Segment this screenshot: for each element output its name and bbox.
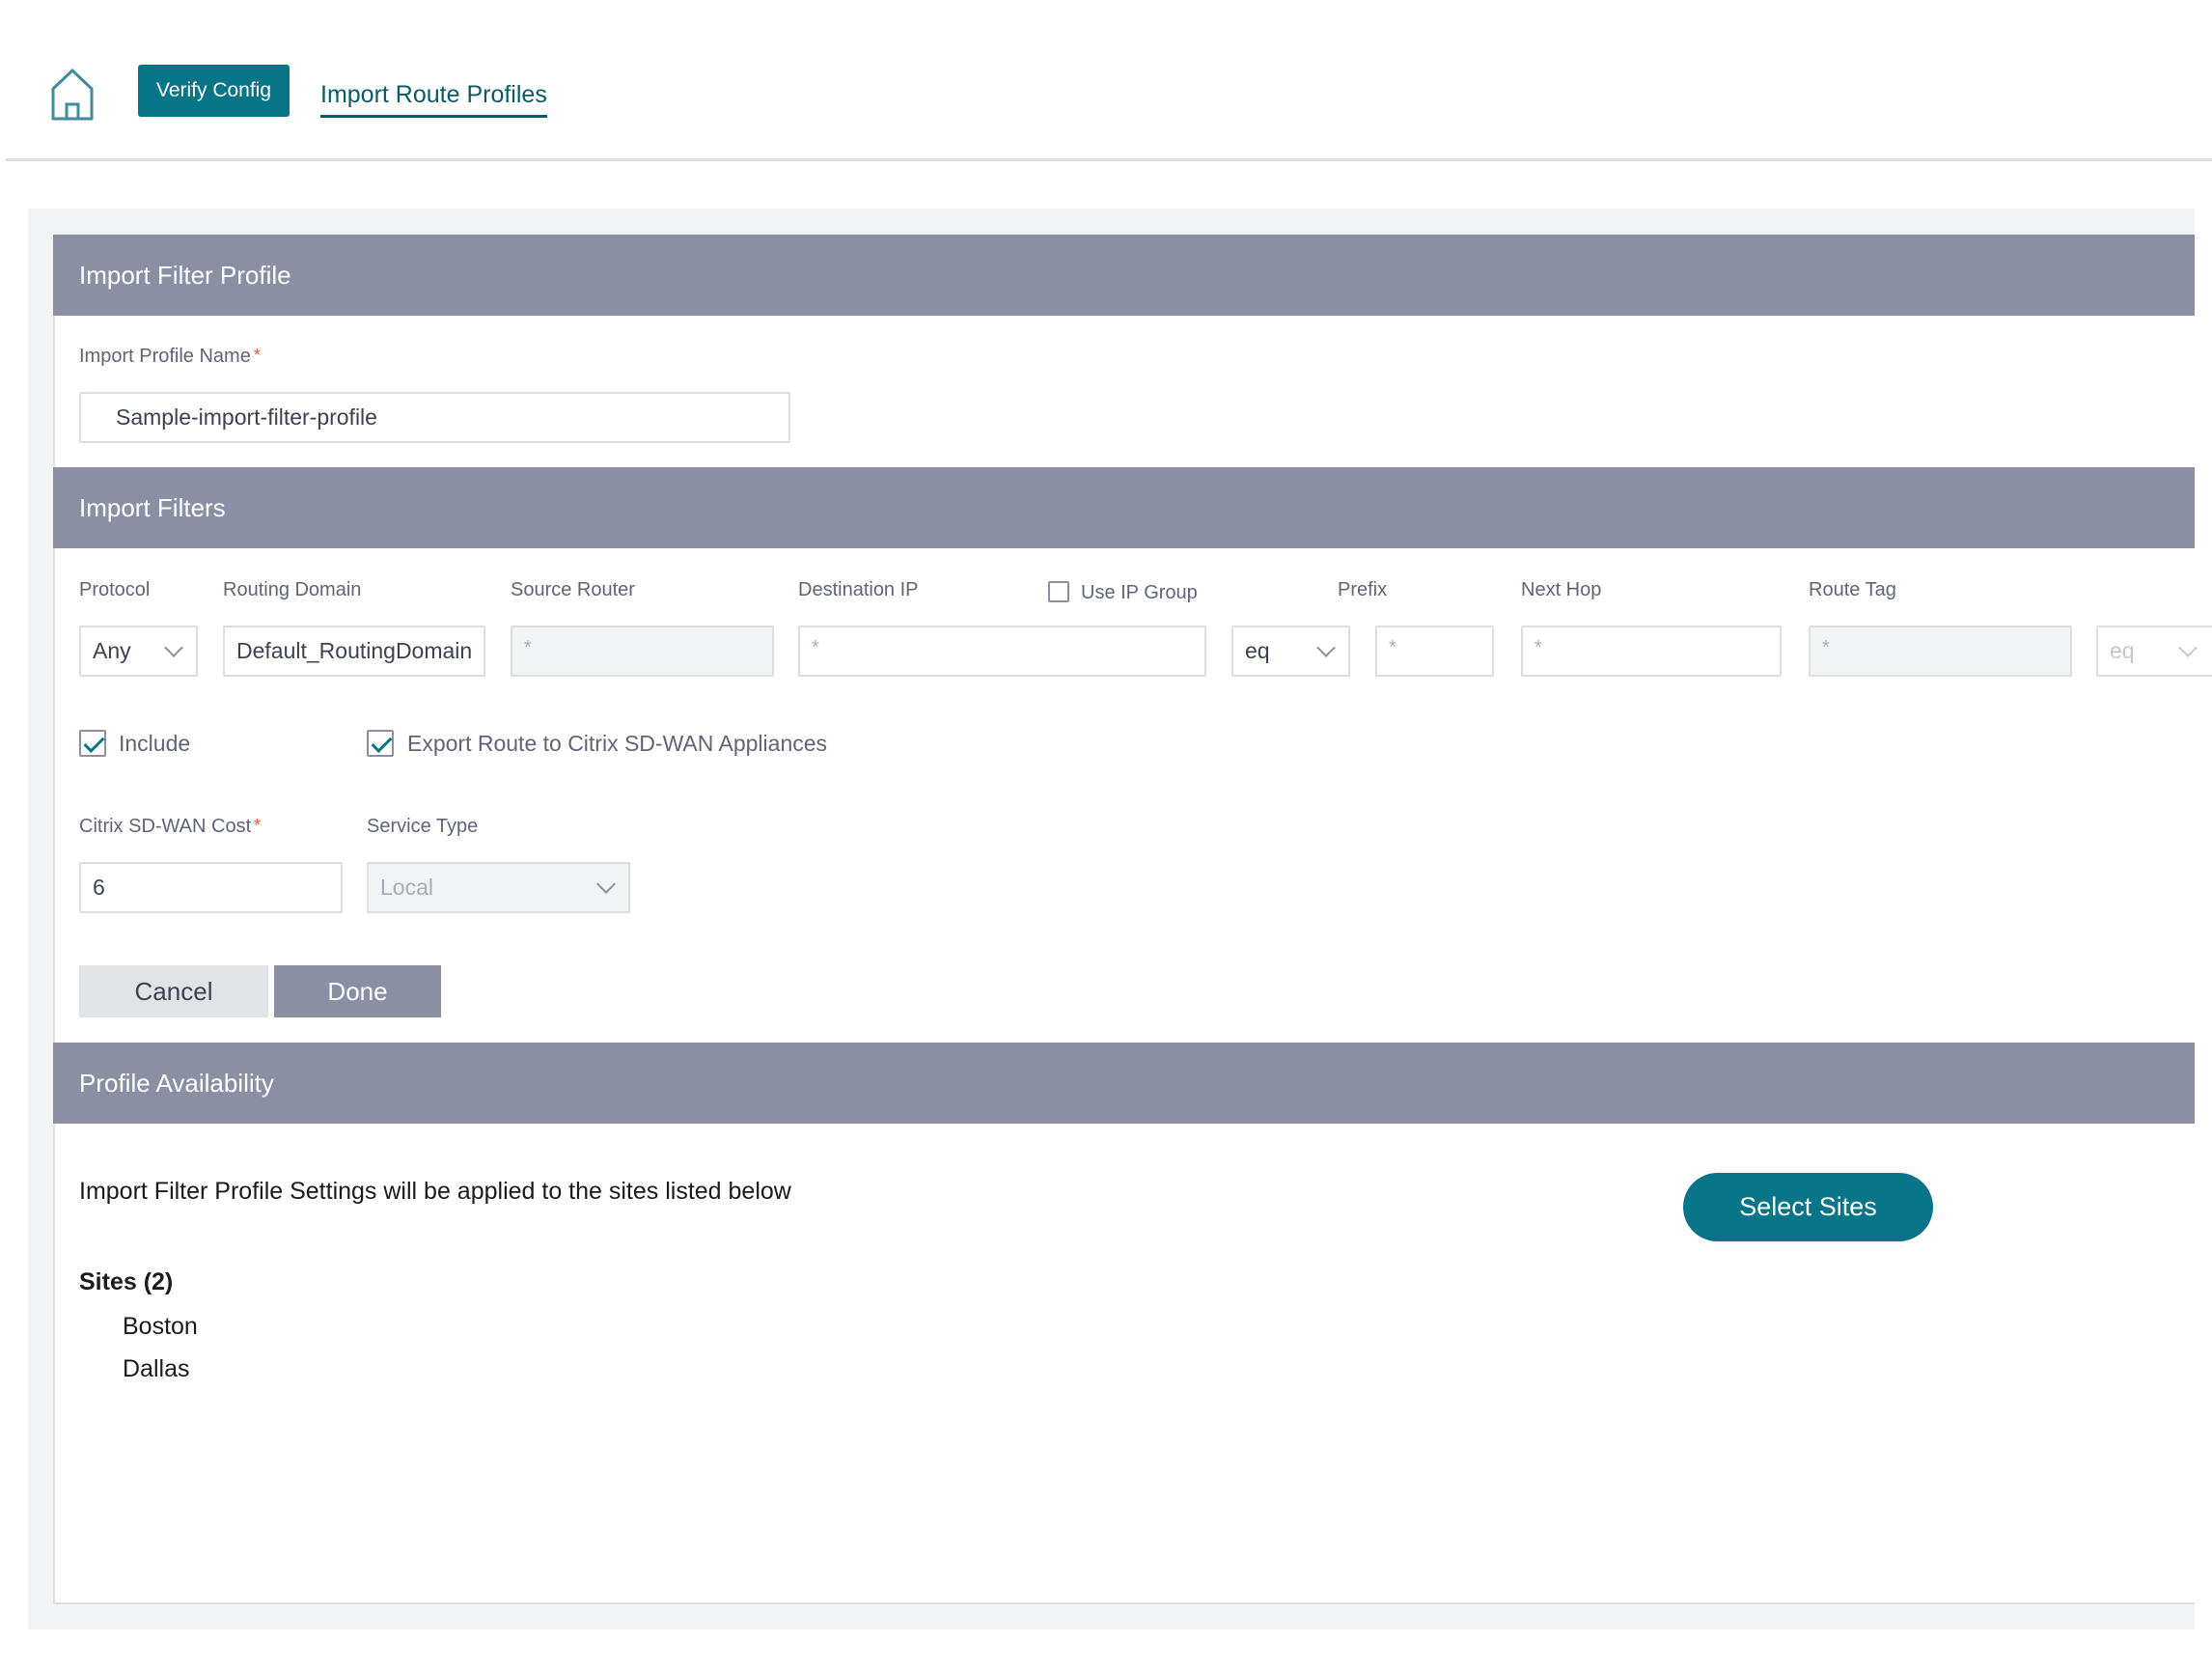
done-button[interactable]: Done [274, 965, 441, 1017]
destination-ip-input[interactable]: * [798, 626, 1206, 677]
include-checkbox[interactable] [79, 730, 106, 757]
chevron-down-icon [164, 638, 183, 657]
chevron-down-icon [596, 875, 616, 894]
chevron-down-icon [1316, 638, 1336, 657]
protocol-value: Any [93, 638, 131, 663]
routing-domain-label: Routing Domain [223, 579, 362, 600]
section-header-profile-availability: Profile Availability [53, 1043, 2195, 1124]
sites-title: Sites (2) [79, 1268, 174, 1295]
cost-input[interactable]: 6 [79, 862, 343, 913]
section-header-import-filters: Import Filters [53, 467, 2195, 548]
chevron-down-icon [2178, 638, 2198, 657]
export-route-label: Export Route to Citrix SD-WAN Appliances [407, 731, 828, 756]
service-type-select[interactable]: Local [367, 862, 630, 913]
prefix-operator-select[interactable]: eq [1231, 626, 1350, 677]
route-tag-operator-select[interactable]: eq [2096, 626, 2212, 677]
section-header-import-filter-profile: Import Filter Profile [53, 235, 2195, 316]
use-ip-group-label: Use IP Group [1081, 582, 1198, 603]
include-label: Include [119, 731, 191, 756]
destination-ip-label: Destination IP [798, 579, 919, 600]
availability-description: Import Filter Profile Settings will be a… [79, 1178, 791, 1205]
export-route-checkbox[interactable] [367, 730, 394, 757]
source-router-input[interactable]: * [511, 626, 774, 677]
site-item: Dallas [123, 1355, 190, 1382]
tab-import-route-profiles[interactable]: Import Route Profiles [320, 81, 547, 118]
service-type-value: Local [380, 875, 433, 900]
next-hop-label: Next Hop [1521, 579, 1602, 600]
source-router-label: Source Router [511, 579, 635, 600]
cancel-button[interactable]: Cancel [79, 965, 268, 1017]
use-ip-group-checkbox[interactable] [1048, 581, 1069, 602]
divider [6, 158, 2212, 161]
protocol-select[interactable]: Any [79, 626, 198, 677]
route-tag-label: Route Tag [1809, 579, 1896, 600]
home-icon[interactable] [50, 68, 95, 122]
prefix-label: Prefix [1338, 579, 1388, 600]
site-item: Boston [123, 1313, 198, 1340]
import-profile-name-label: Import Profile Name * [79, 346, 261, 367]
routing-domain-input[interactable]: Default_RoutingDomain [223, 626, 485, 677]
cost-label: Citrix SD-WAN Cost * [79, 816, 262, 837]
prefix-input[interactable]: * [1375, 626, 1494, 677]
service-type-label: Service Type [367, 816, 479, 837]
select-sites-button[interactable]: Select Sites [1683, 1173, 1933, 1241]
next-hop-input[interactable]: * [1521, 626, 1782, 677]
protocol-label: Protocol [79, 579, 151, 600]
import-profile-name-input[interactable]: Sample-import-filter-profile [79, 392, 790, 443]
route-tag-input[interactable]: * [1809, 626, 2072, 677]
route-tag-operator-value: eq [2110, 638, 2135, 663]
verify-config-button[interactable]: Verify Config [138, 65, 290, 117]
prefix-operator-value: eq [1245, 638, 1270, 663]
